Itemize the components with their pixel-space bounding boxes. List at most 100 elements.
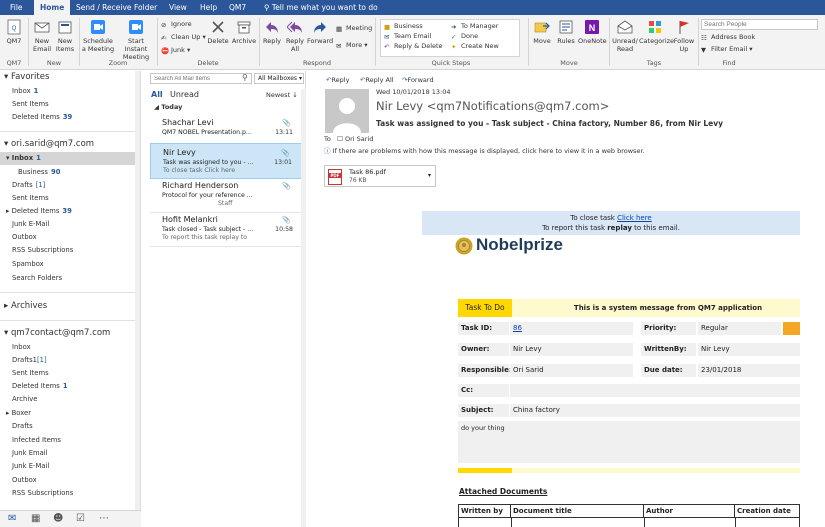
quick-step-team-email[interactable]: ✉ Team Email	[384, 32, 431, 41]
folder-item-search-folders[interactable]: Search Folders	[0, 272, 140, 285]
folder-item-favorites-deleted[interactable]: Deleted Items 39	[0, 111, 140, 124]
ignore-button[interactable]: ⊘ Ignore	[161, 20, 192, 29]
search-scope-dropdown[interactable]: All Mailboxes ▾	[254, 73, 304, 84]
folder-item-junk-email[interactable]: Junk Email	[0, 447, 140, 460]
folder-item-favorites-sent[interactable]: Sent Items	[0, 98, 140, 111]
folder-name: Inbox	[11, 154, 34, 162]
folder-item-deleted[interactable]: ▸ Deleted Items 39	[0, 205, 140, 218]
tasks-icon[interactable]: ☑	[76, 513, 85, 524]
tell-me-box[interactable]: ⚲ Tell me what you want to do	[258, 0, 384, 15]
filter-all[interactable]: All	[151, 90, 163, 99]
unread-read-button[interactable]: Unread/ Read	[612, 19, 638, 53]
people-icon[interactable]: ☻	[53, 513, 63, 524]
archive-button[interactable]: Archive	[231, 19, 257, 45]
message-list-scrollbar[interactable]	[301, 89, 306, 527]
quick-step-business[interactable]: ■ Business	[384, 22, 423, 31]
search-people-input[interactable]	[701, 19, 818, 30]
close-task-link[interactable]: Click here	[617, 214, 652, 222]
folder-item-junk-e-mail[interactable]: Junk E-Mail	[0, 460, 140, 473]
mail-icon[interactable]: ✉	[8, 513, 16, 524]
reply-all-action[interactable]: ↶Reply All	[360, 76, 394, 84]
categorize-button[interactable]: Categorize	[639, 19, 674, 45]
folder-item-outbox2[interactable]: Outbox	[0, 474, 140, 487]
folder-item-spambox[interactable]: Spambox	[0, 258, 140, 271]
ribbon-forward-button[interactable]: Forward	[307, 19, 333, 45]
folder-item-junk[interactable]: Junk E-Mail	[0, 218, 140, 231]
move-button[interactable]: Move	[531, 19, 553, 45]
folder-item-business[interactable]: Business 90	[0, 166, 140, 179]
schedule-meeting-button[interactable]: Schedule a Meeting	[81, 19, 115, 53]
qm7-button[interactable]: Q QM7	[3, 19, 25, 45]
folder-item-outbox[interactable]: Outbox	[0, 231, 140, 244]
meeting-button[interactable]: ▦ Meeting	[336, 24, 372, 33]
folder-item-boxer[interactable]: ▸ Boxer	[0, 407, 140, 420]
folder-item-archive[interactable]: Archive	[0, 393, 140, 406]
to-recipient[interactable]: Ori Sarid	[345, 135, 373, 143]
calendar-icon[interactable]: ▦	[31, 513, 40, 524]
folder-scrollbar[interactable]	[135, 71, 140, 512]
tab-qm7[interactable]: QM7	[223, 0, 252, 15]
divider	[0, 320, 140, 321]
reply-action[interactable]: ↶Reply	[326, 76, 349, 84]
new-email-button[interactable]: New Email	[31, 19, 53, 53]
account-header-contact[interactable]: ▾ qm7contact@qm7.com	[4, 327, 140, 340]
delete-button[interactable]: Delete	[206, 19, 230, 45]
folder-item-deleted2[interactable]: Deleted Items 1	[0, 380, 140, 393]
message-item-selected[interactable]: Nir Levy Task was assigned to you - ... …	[150, 143, 303, 179]
chevron-down-icon[interactable]: ▾	[428, 172, 431, 179]
folder-item-sent[interactable]: Sent Items	[0, 192, 140, 205]
group-label-delete: Delete	[197, 59, 219, 67]
clean-up-button[interactable]: ✍ Clean Up ▾	[161, 33, 206, 42]
folder-item-inbox-selected[interactable]: ▾ Inbox 1	[0, 152, 140, 165]
folder-item-drafts[interactable]: Drafts [1]	[0, 179, 140, 192]
quick-step-to-manager[interactable]: ➜ To Manager	[451, 22, 498, 31]
quick-step-reply-delete[interactable]: ↶ Reply & Delete	[384, 42, 443, 51]
tab-view[interactable]: View	[163, 0, 193, 15]
unread-count: 1	[36, 154, 41, 162]
group-label-new: New	[46, 59, 62, 67]
filter-unread[interactable]: Unread	[170, 90, 199, 99]
folder-item-rss[interactable]: RSS Subscriptions	[0, 244, 140, 257]
message-item[interactable]: Hofit Melankri Task closed - Task subjec…	[150, 211, 303, 247]
folder-item-drafts2[interactable]: Drafts	[0, 420, 140, 433]
quick-step-create-new[interactable]: ✦ Create New	[451, 42, 499, 51]
start-instant-meeting-button[interactable]: Start Instant Meeting	[117, 19, 155, 61]
message-item[interactable]: Richard Henderson Protocol for your refe…	[150, 177, 303, 213]
tab-help[interactable]: Help	[194, 0, 223, 15]
reply-all-action-label: Reply All	[365, 76, 394, 84]
filter-email-button[interactable]: ▼ Filter Email ▾	[701, 45, 753, 54]
tab-file[interactable]: File	[4, 0, 29, 15]
new-items-button[interactable]: New Items	[54, 19, 76, 53]
folder-item-favorites-inbox[interactable]: Inbox 1	[0, 85, 140, 98]
ribbon-reply-all-button[interactable]: Reply All	[284, 19, 306, 53]
junk-button[interactable]: ⛔ Junk ▾	[161, 46, 190, 55]
folder-item-rss2[interactable]: RSS Subscriptions	[0, 487, 140, 500]
address-book-button[interactable]: ☷ Address Book	[701, 33, 755, 42]
more-apps-icon[interactable]: ⋯	[99, 513, 109, 524]
folder-item-sent2[interactable]: Sent Items	[0, 367, 140, 380]
sort-dropdown[interactable]: Newest ↓	[266, 91, 298, 99]
quick-step-done[interactable]: ✓ Done	[451, 32, 478, 41]
search-mail-input[interactable]	[150, 73, 252, 84]
info-bar[interactable]: ⓘ If there are problems with how this me…	[324, 145, 645, 155]
tab-home[interactable]: Home	[34, 0, 71, 15]
folder-item-inbox2[interactable]: Inbox	[0, 341, 140, 354]
task-id-link[interactable]: 86	[510, 322, 633, 335]
attachment-chip[interactable]: PDF Task 86.pdf 76 KB ▾	[324, 165, 436, 187]
tab-folder[interactable]: Folder	[128, 0, 163, 15]
account-header-ori[interactable]: ▾ ori.sarid@qm7.com	[4, 138, 140, 151]
sort-label: Newest	[266, 91, 291, 99]
forward-action[interactable]: ↷Forward	[402, 76, 434, 84]
group-header-today[interactable]: ◢ Today	[154, 103, 182, 111]
ribbon-reply-button[interactable]: Reply	[261, 19, 283, 45]
archives-header[interactable]: ▸ Archives	[4, 300, 140, 313]
folder-item-infected[interactable]: Infected Items	[0, 434, 140, 447]
more-button[interactable]: ✉ More ▾	[336, 41, 367, 50]
favorites-header[interactable]: ▾ Favorites	[4, 71, 140, 84]
folder-item-drafts1[interactable]: Drafts1[1]	[0, 354, 140, 367]
onenote-button[interactable]: N OneNote	[578, 19, 607, 45]
follow-up-button[interactable]: Follow Up	[672, 19, 696, 53]
search-icon[interactable]: ⚲	[242, 73, 248, 82]
new-email-label: New Email	[32, 37, 52, 53]
rules-button[interactable]: Rules	[555, 19, 577, 45]
